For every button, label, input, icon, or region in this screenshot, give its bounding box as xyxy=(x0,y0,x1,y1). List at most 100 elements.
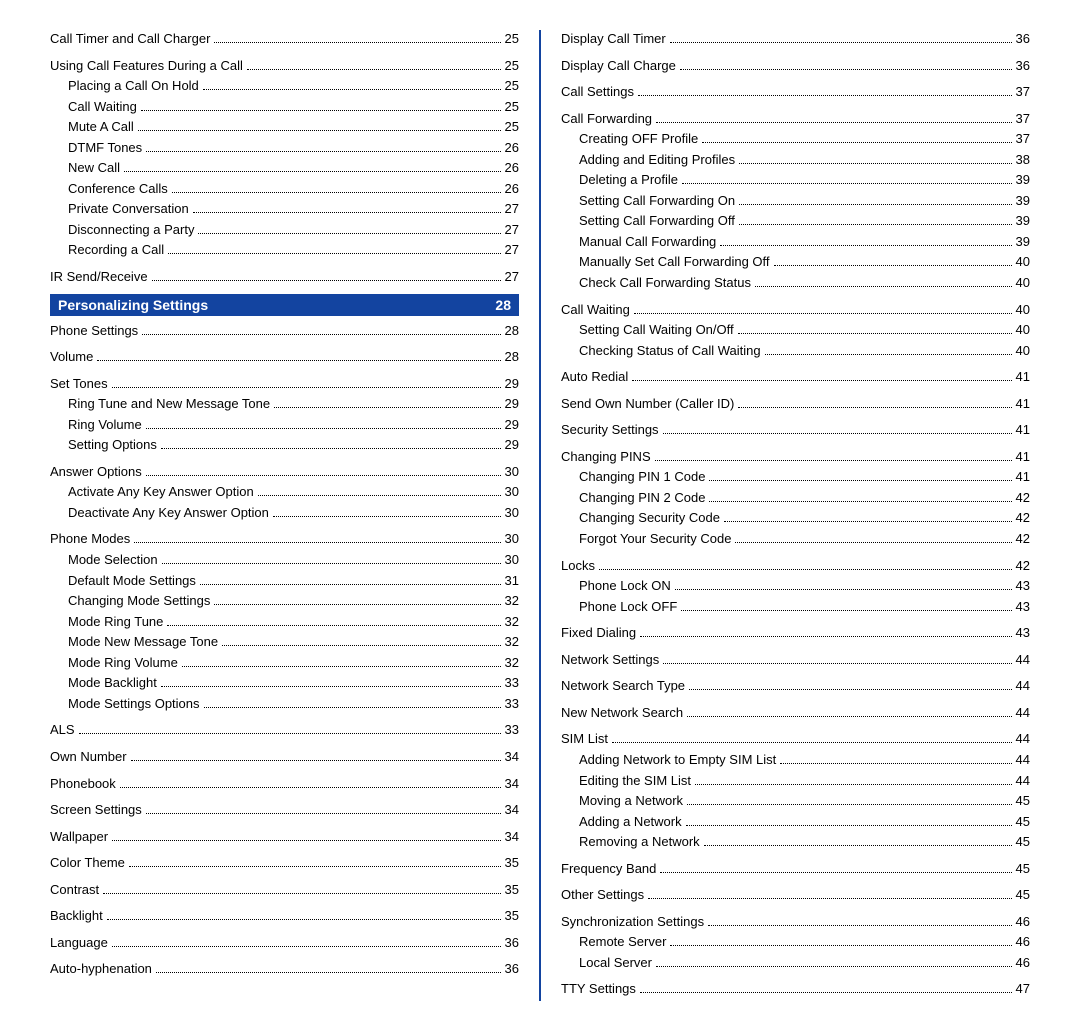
toc-entry[interactable]: Send Own Number (Caller ID)41 xyxy=(561,395,1030,413)
toc-entry[interactable]: Mute A Call25 xyxy=(50,118,519,136)
toc-entry[interactable]: Private Conversation27 xyxy=(50,200,519,218)
toc-entry[interactable]: Setting Call Forwarding On39 xyxy=(561,192,1030,210)
toc-entry[interactable]: Activate Any Key Answer Option30 xyxy=(50,483,519,501)
toc-entry[interactable]: Remote Server46 xyxy=(561,933,1030,951)
toc-entry[interactable]: Deleting a Profile39 xyxy=(561,171,1030,189)
toc-entry[interactable]: Changing PIN 1 Code41 xyxy=(561,468,1030,486)
toc-entry[interactable]: DTMF Tones26 xyxy=(50,139,519,157)
toc-entry[interactable]: Own Number34 xyxy=(50,748,519,766)
toc-entry-label: Contrast xyxy=(50,881,99,899)
toc-entry[interactable]: Call Settings37 xyxy=(561,83,1030,101)
toc-entry-page: 26 xyxy=(505,159,519,177)
toc-entry[interactable]: Using Call Features During a Call25 xyxy=(50,57,519,75)
toc-entry[interactable]: Frequency Band45 xyxy=(561,860,1030,878)
toc-leader-dots xyxy=(112,840,500,841)
toc-entry[interactable]: Placing a Call On Hold25 xyxy=(50,77,519,95)
toc-entry[interactable]: Auto-hyphenation36 xyxy=(50,960,519,978)
toc-entry-page: 46 xyxy=(1016,954,1030,972)
toc-entry[interactable]: Mode Ring Tune32 xyxy=(50,613,519,631)
toc-entry[interactable]: Volume28 xyxy=(50,348,519,366)
toc-entry[interactable]: Disconnecting a Party27 xyxy=(50,221,519,239)
toc-entry-page: 25 xyxy=(505,57,519,75)
toc-entry[interactable]: Mode Selection30 xyxy=(50,551,519,569)
toc-entry[interactable]: Adding Network to Empty SIM List44 xyxy=(561,751,1030,769)
toc-entry[interactable]: Call Waiting40 xyxy=(561,301,1030,319)
toc-entry[interactable]: Locks42 xyxy=(561,557,1030,575)
toc-entry[interactable]: Answer Options30 xyxy=(50,463,519,481)
toc-entry[interactable]: Contrast35 xyxy=(50,881,519,899)
toc-entry[interactable]: Mode Settings Options33 xyxy=(50,695,519,713)
toc-entry[interactable]: Adding a Network45 xyxy=(561,813,1030,831)
toc-entry[interactable]: Manual Call Forwarding39 xyxy=(561,233,1030,251)
toc-entry[interactable]: Mode Backlight33 xyxy=(50,674,519,692)
toc-entry[interactable]: Set Tones29 xyxy=(50,375,519,393)
toc-entry[interactable]: Forgot Your Security Code42 xyxy=(561,530,1030,548)
toc-entry-label: Manually Set Call Forwarding Off xyxy=(579,253,770,271)
toc-entry[interactable]: Default Mode Settings31 xyxy=(50,572,519,590)
toc-leader-dots xyxy=(686,825,1012,826)
toc-entry[interactable]: New Call26 xyxy=(50,159,519,177)
toc-entry[interactable]: Network Settings44 xyxy=(561,651,1030,669)
toc-entry[interactable]: Moving a Network45 xyxy=(561,792,1030,810)
toc-entry-label: Auto Redial xyxy=(561,368,628,386)
toc-entry-page: 33 xyxy=(505,695,519,713)
toc-entry[interactable]: Display Call Timer36 xyxy=(561,30,1030,48)
toc-entry[interactable]: Other Settings45 xyxy=(561,886,1030,904)
toc-entry-page: 41 xyxy=(1016,468,1030,486)
toc-leader-dots xyxy=(274,407,500,408)
toc-entry[interactable]: Check Call Forwarding Status40 xyxy=(561,274,1030,292)
toc-entry[interactable]: Phone Lock OFF43 xyxy=(561,598,1030,616)
toc-entry[interactable]: Phone Lock ON43 xyxy=(561,577,1030,595)
toc-entry[interactable]: Ring Volume29 xyxy=(50,416,519,434)
toc-entry[interactable]: Conference Calls26 xyxy=(50,180,519,198)
toc-leader-dots xyxy=(663,433,1012,434)
toc-entry[interactable]: New Network Search44 xyxy=(561,704,1030,722)
toc-entry[interactable]: Wallpaper34 xyxy=(50,828,519,846)
toc-entry[interactable]: Call Forwarding37 xyxy=(561,110,1030,128)
toc-entry[interactable]: Changing Security Code42 xyxy=(561,509,1030,527)
toc-leader-dots xyxy=(648,898,1011,899)
toc-entry[interactable]: Network Search Type44 xyxy=(561,677,1030,695)
toc-entry[interactable]: Ring Tune and New Message Tone29 xyxy=(50,395,519,413)
toc-entry[interactable]: Language36 xyxy=(50,934,519,952)
toc-entry[interactable]: Local Server46 xyxy=(561,954,1030,972)
toc-entry[interactable]: Setting Call Waiting On/Off40 xyxy=(561,321,1030,339)
toc-entry[interactable]: SIM List44 xyxy=(561,730,1030,748)
toc-entry[interactable]: Synchronization Settings46 xyxy=(561,913,1030,931)
toc-entry[interactable]: Creating OFF Profile37 xyxy=(561,130,1030,148)
toc-entry[interactable]: Display Call Charge36 xyxy=(561,57,1030,75)
toc-entry-label: Fixed Dialing xyxy=(561,624,636,642)
toc-entry[interactable]: Removing a Network45 xyxy=(561,833,1030,851)
toc-entry[interactable]: Deactivate Any Key Answer Option30 xyxy=(50,504,519,522)
toc-entry[interactable]: Changing Mode Settings32 xyxy=(50,592,519,610)
toc-entry[interactable]: Call Timer and Call Charger25 xyxy=(50,30,519,48)
toc-entry[interactable]: Fixed Dialing43 xyxy=(561,624,1030,642)
toc-entry[interactable]: IR Send/Receive27 xyxy=(50,268,519,286)
toc-entry[interactable]: Mode Ring Volume32 xyxy=(50,654,519,672)
toc-entry[interactable]: Phone Modes30 xyxy=(50,530,519,548)
toc-entry[interactable]: Phone Settings28 xyxy=(50,322,519,340)
toc-entry[interactable]: Manually Set Call Forwarding Off40 xyxy=(561,253,1030,271)
toc-leader-dots xyxy=(273,516,501,517)
toc-entry-page: 27 xyxy=(505,221,519,239)
toc-entry-label: Deactivate Any Key Answer Option xyxy=(68,504,269,522)
toc-entry[interactable]: ALS33 xyxy=(50,721,519,739)
toc-entry[interactable]: Screen Settings34 xyxy=(50,801,519,819)
toc-entry[interactable]: Phonebook34 xyxy=(50,775,519,793)
toc-entry[interactable]: Mode New Message Tone32 xyxy=(50,633,519,651)
toc-entry[interactable]: Adding and Editing Profiles38 xyxy=(561,151,1030,169)
toc-entry[interactable]: Call Waiting25 xyxy=(50,98,519,116)
toc-entry[interactable]: Changing PIN 2 Code42 xyxy=(561,489,1030,507)
toc-entry-label: Private Conversation xyxy=(68,200,189,218)
toc-entry[interactable]: Auto Redial41 xyxy=(561,368,1030,386)
toc-entry[interactable]: Checking Status of Call Waiting40 xyxy=(561,342,1030,360)
toc-entry[interactable]: Setting Options29 xyxy=(50,436,519,454)
toc-entry[interactable]: Backlight35 xyxy=(50,907,519,925)
toc-entry[interactable]: Color Theme35 xyxy=(50,854,519,872)
toc-entry[interactable]: Editing the SIM List44 xyxy=(561,772,1030,790)
toc-entry[interactable]: Recording a Call27 xyxy=(50,241,519,259)
toc-entry[interactable]: TTY Settings47 xyxy=(561,980,1030,998)
toc-entry[interactable]: Setting Call Forwarding Off39 xyxy=(561,212,1030,230)
toc-entry[interactable]: Security Settings41 xyxy=(561,421,1030,439)
toc-entry[interactable]: Changing PINS41 xyxy=(561,448,1030,466)
